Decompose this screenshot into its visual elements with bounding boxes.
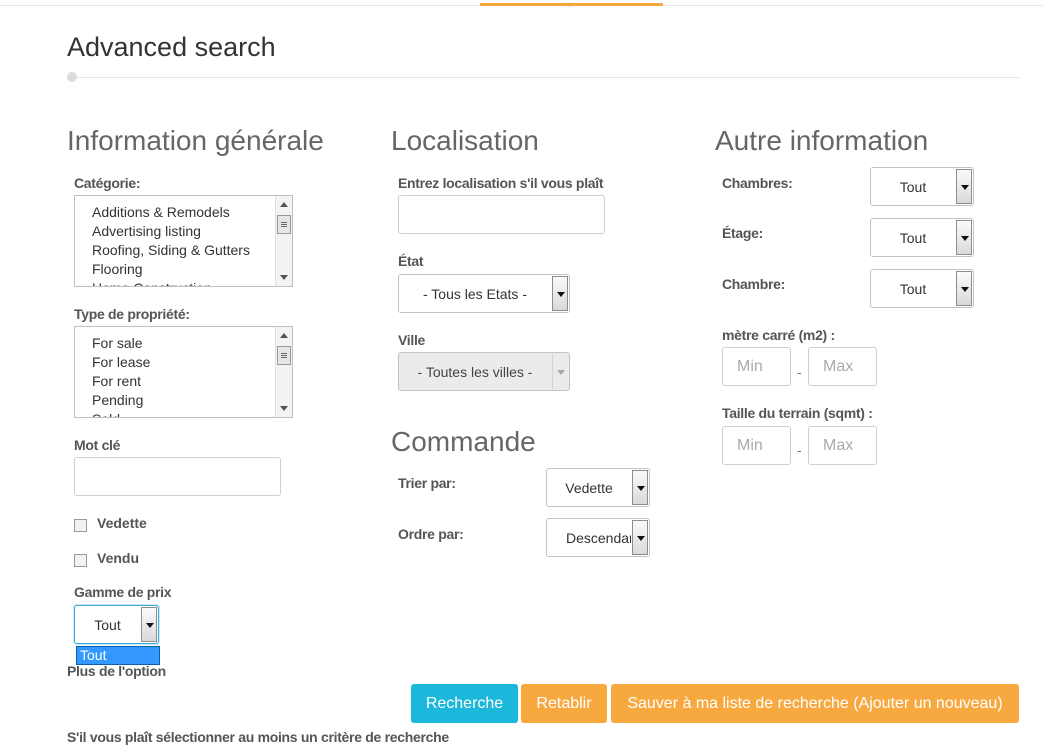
more-options-link[interactable]: Plus de l'option [67, 663, 166, 679]
chevron-down-icon[interactable] [632, 470, 648, 505]
scroll-up-icon[interactable] [280, 202, 288, 207]
order-by-select[interactable]: Descendant [546, 518, 650, 557]
bedrooms-select[interactable]: Tout [870, 167, 974, 206]
reset-button[interactable]: Retablir [521, 684, 607, 723]
room-label: Chambre: [722, 276, 785, 292]
chevron-down-icon [552, 354, 568, 389]
square-meters-label: mètre carré (m2) : [722, 327, 835, 343]
scroll-thumb[interactable] [277, 346, 291, 365]
lot-size-min-input[interactable] [722, 426, 791, 465]
bedrooms-label: Chambres: [722, 175, 793, 191]
list-item[interactable]: Sold [92, 410, 292, 417]
floor-value: Tout [899, 229, 927, 246]
state-label: État [398, 253, 424, 269]
search-button[interactable]: Recherche [411, 684, 518, 723]
chevron-down-icon[interactable] [552, 276, 568, 311]
property-type-scrollbar[interactable] [275, 327, 292, 417]
price-range-label: Gamme de prix [74, 584, 172, 600]
price-range-select[interactable]: Tout [74, 605, 159, 644]
state-select[interactable]: - Tous les Etats - [398, 274, 570, 313]
city-value: - Toutes les villes - [417, 363, 533, 380]
square-meters-min-input[interactable] [722, 347, 791, 386]
location-heading: Localisation [391, 125, 539, 156]
range-separator: - [797, 364, 802, 380]
chevron-down-icon[interactable] [956, 271, 972, 306]
sold-label: Vendu [97, 550, 140, 566]
lot-size-label: Taille du terrain (sqmt) : [722, 405, 873, 421]
floor-select[interactable]: Tout [870, 218, 974, 257]
list-item[interactable]: Pending [92, 391, 292, 410]
category-scrollbar[interactable] [275, 196, 292, 286]
sold-checkbox[interactable] [74, 554, 87, 567]
range-separator: - [797, 442, 802, 458]
chevron-down-icon[interactable] [956, 220, 972, 255]
property-type-listbox[interactable]: For sale For lease For rent Pending Sold [74, 326, 293, 418]
list-item[interactable]: Additions & Remodels [92, 203, 292, 222]
save-search-button[interactable]: Sauver à ma liste de recherche (Ajouter … [611, 684, 1019, 723]
location-input[interactable] [398, 195, 605, 234]
sort-by-value: Vedette [565, 479, 613, 496]
location-input-label: Entrez localisation s'il vous plaît [398, 175, 604, 191]
scroll-thumb[interactable] [277, 215, 291, 234]
featured-checkbox[interactable] [74, 519, 87, 532]
price-range-value: Tout [94, 616, 121, 633]
title-divider [72, 77, 1020, 78]
sort-by-select[interactable]: Vedette [546, 468, 650, 507]
list-item[interactable]: For lease [92, 353, 292, 372]
general-info-heading: Information générale [67, 125, 324, 156]
chevron-down-icon[interactable] [632, 520, 648, 555]
lot-size-max-input[interactable] [808, 426, 877, 465]
city-select[interactable]: - Toutes les villes - [398, 352, 570, 391]
active-nav-notch [566, 3, 574, 7]
scroll-up-icon[interactable] [280, 333, 288, 338]
room-select[interactable]: Tout [870, 269, 974, 308]
list-item[interactable]: Home Construction [92, 279, 292, 286]
chevron-down-icon[interactable] [141, 607, 157, 642]
validation-note: S'il vous plaît sélectionner au moins un… [67, 729, 449, 745]
floor-label: Étage: [722, 225, 763, 241]
scroll-down-icon[interactable] [280, 406, 288, 411]
title-divider-dot [67, 72, 77, 82]
list-item[interactable]: For sale [92, 334, 292, 353]
city-label: Ville [398, 332, 426, 348]
order-heading: Commande [391, 426, 536, 457]
order-by-value: Descendant [566, 529, 631, 546]
sort-by-label: Trier par: [398, 475, 456, 491]
other-info-heading: Autre information [715, 125, 929, 156]
list-item[interactable]: Flooring [92, 260, 292, 279]
scroll-down-icon[interactable] [280, 275, 288, 280]
page-title: Advanced search [67, 32, 276, 62]
property-type-label: Type de propriété: [74, 306, 190, 322]
bedrooms-value: Tout [899, 178, 927, 195]
keyword-label: Mot clé [74, 437, 121, 453]
list-item[interactable]: For rent [92, 372, 292, 391]
chevron-down-icon[interactable] [956, 169, 972, 204]
category-label: Catégorie: [74, 175, 141, 191]
state-value: - Tous les Etats - [422, 285, 527, 302]
room-value: Tout [899, 280, 927, 297]
list-item[interactable]: Advertising listing [92, 222, 292, 241]
keyword-input[interactable] [74, 457, 281, 496]
square-meters-max-input[interactable] [808, 347, 877, 386]
order-by-label: Ordre par: [398, 526, 464, 542]
list-item[interactable]: Roofing, Siding & Gutters [92, 241, 292, 260]
featured-label: Vedette [97, 515, 147, 531]
category-listbox[interactable]: Additions & Remodels Advertising listing… [74, 195, 293, 287]
